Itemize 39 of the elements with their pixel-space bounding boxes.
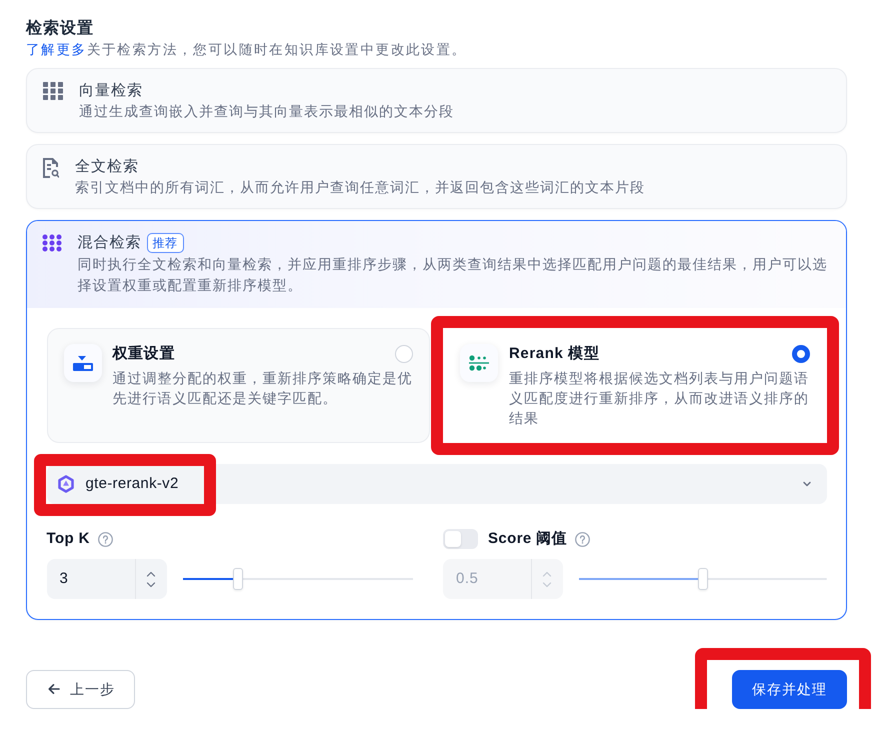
dots-list-icon xyxy=(460,344,498,382)
save-button[interactable]: 保存并处理 xyxy=(732,670,847,708)
arrow-left-icon xyxy=(46,681,62,697)
recommend-badge: 推荐 xyxy=(146,233,184,253)
grid-icon xyxy=(43,82,63,100)
option-description: 通过调整分配的权重，重新排序策略确定是优先进行语义匹配还是关键字匹配。 xyxy=(112,369,413,408)
method-title: 混合检索 xyxy=(78,233,142,253)
help-icon xyxy=(98,532,113,546)
method-card[interactable]: 向量检索 通过生成查询嵌入并查询与其向量表示最相似的文本分段 xyxy=(26,68,847,133)
method-description: 索引文档中的所有词汇，从而允许用户查询任意词汇，并返回包含这些词汇的文本片段 xyxy=(75,178,645,197)
setting-label: Score 阈值 xyxy=(488,529,568,549)
option-card[interactable]: 权重设置 通过调整分配的权重，重新排序策略确定是优先进行语义匹配还是关键字匹配。 xyxy=(46,328,430,443)
slider-bar-icon xyxy=(64,344,102,382)
model-select[interactable]: gte-rerank-v2 xyxy=(46,464,826,504)
option-title: Rerank 模型 xyxy=(509,344,600,364)
dot-grid-icon xyxy=(42,234,62,252)
section-title: 检索设置 xyxy=(26,18,95,39)
method-card[interactable] xyxy=(26,220,847,620)
number-input[interactable]: 3 xyxy=(46,559,134,599)
method-description: 同时执行全文检索和向量检索，并应用重排序步骤，从两类查询结果中选择匹配用户问题的最佳结果，用户可以选择设置权重或配置重新排序模型。 xyxy=(78,255,828,295)
learn-more-link[interactable]: 了解更多 xyxy=(26,42,87,57)
chevron-down-icon[interactable] xyxy=(146,582,156,588)
option-description: 重排序模型将根据候选文档列表与用户问题语义匹配度进行重新排序，从而改进语义排序的结果 xyxy=(509,369,810,428)
slider-thumb[interactable] xyxy=(233,568,244,590)
method-title: 向量检索 xyxy=(79,81,143,101)
radio-button[interactable] xyxy=(792,345,810,363)
method-card[interactable]: 全文检索 索引文档中的所有词汇，从而允许用户查询任意词汇，并返回包含这些词汇的文本片段 xyxy=(26,144,847,209)
slider-thumb[interactable] xyxy=(698,568,708,590)
method-title: 全文检索 xyxy=(75,157,139,177)
chevron-up-icon[interactable] xyxy=(146,570,156,576)
hexagon-logo-icon xyxy=(56,475,74,493)
setting-label: Top K xyxy=(46,529,90,549)
method-description: 通过生成查询嵌入并查询与其向量表示最相似的文本分段 xyxy=(79,102,454,121)
document-search-icon xyxy=(43,158,59,178)
section-description: 了解更多 关于检索方法，您可以随时在知识库设置中更改此设置。 xyxy=(26,41,468,59)
back-button[interactable]: 上一步 xyxy=(26,670,135,708)
toggle-switch[interactable] xyxy=(442,529,478,549)
help-icon xyxy=(575,532,590,546)
option-title: 权重设置 xyxy=(112,344,175,364)
